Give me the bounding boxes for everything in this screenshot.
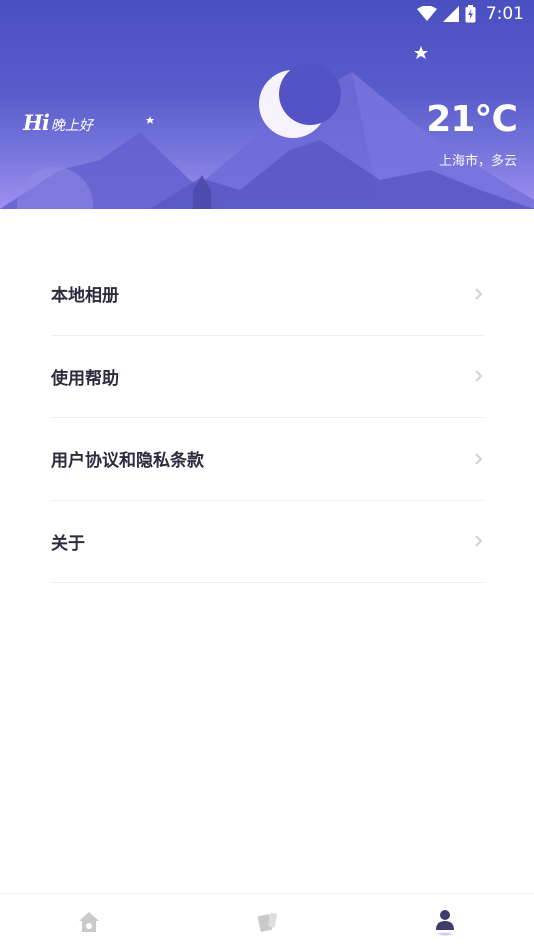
chevron-right-icon (475, 535, 483, 547)
bottom-tab-bar (0, 893, 534, 950)
menu-item-label: 使用帮助 (51, 368, 119, 389)
weather-header: 7:01 Hi 晚上好 21℃ 上海市，多云 (0, 0, 534, 209)
menu-item-help[interactable]: 使用帮助 (51, 336, 484, 418)
weather-info: 21℃ 上海市，多云 (426, 98, 518, 169)
menu-item-label: 关于 (51, 533, 85, 554)
chevron-right-icon (475, 453, 483, 465)
menu-item-label: 本地相册 (51, 286, 119, 307)
home-icon (79, 912, 99, 932)
temperature: 21℃ (426, 99, 518, 140)
menu-item-about[interactable]: 关于 (51, 501, 484, 583)
greeting-text: 晚上好 (50, 118, 93, 134)
greeting-hi: Hi (23, 110, 50, 135)
status-bar: 7:01 (416, 0, 534, 28)
cards-icon (257, 912, 277, 932)
tab-profile[interactable] (415, 897, 475, 947)
status-time: 7:01 (485, 4, 524, 24)
wifi-icon (416, 6, 437, 21)
chevron-right-icon (475, 288, 483, 300)
menu-item-terms-privacy[interactable]: 用户协议和隐私条款 (51, 418, 484, 501)
tab-cards[interactable] (237, 897, 297, 947)
greeting: Hi 晚上好 (23, 110, 93, 135)
chevron-right-icon (475, 370, 483, 382)
settings-menu: 本地相册 使用帮助 用户协议和隐私条款 关于 (51, 253, 484, 583)
battery-charging-icon (465, 5, 476, 23)
cell-signal-icon (442, 6, 459, 22)
location-weather: 上海市，多云 (438, 154, 517, 169)
profile-icon (436, 910, 454, 936)
tab-home[interactable] (59, 897, 119, 947)
menu-item-local-album[interactable]: 本地相册 (51, 253, 484, 336)
menu-item-label: 用户协议和隐私条款 (51, 451, 204, 472)
